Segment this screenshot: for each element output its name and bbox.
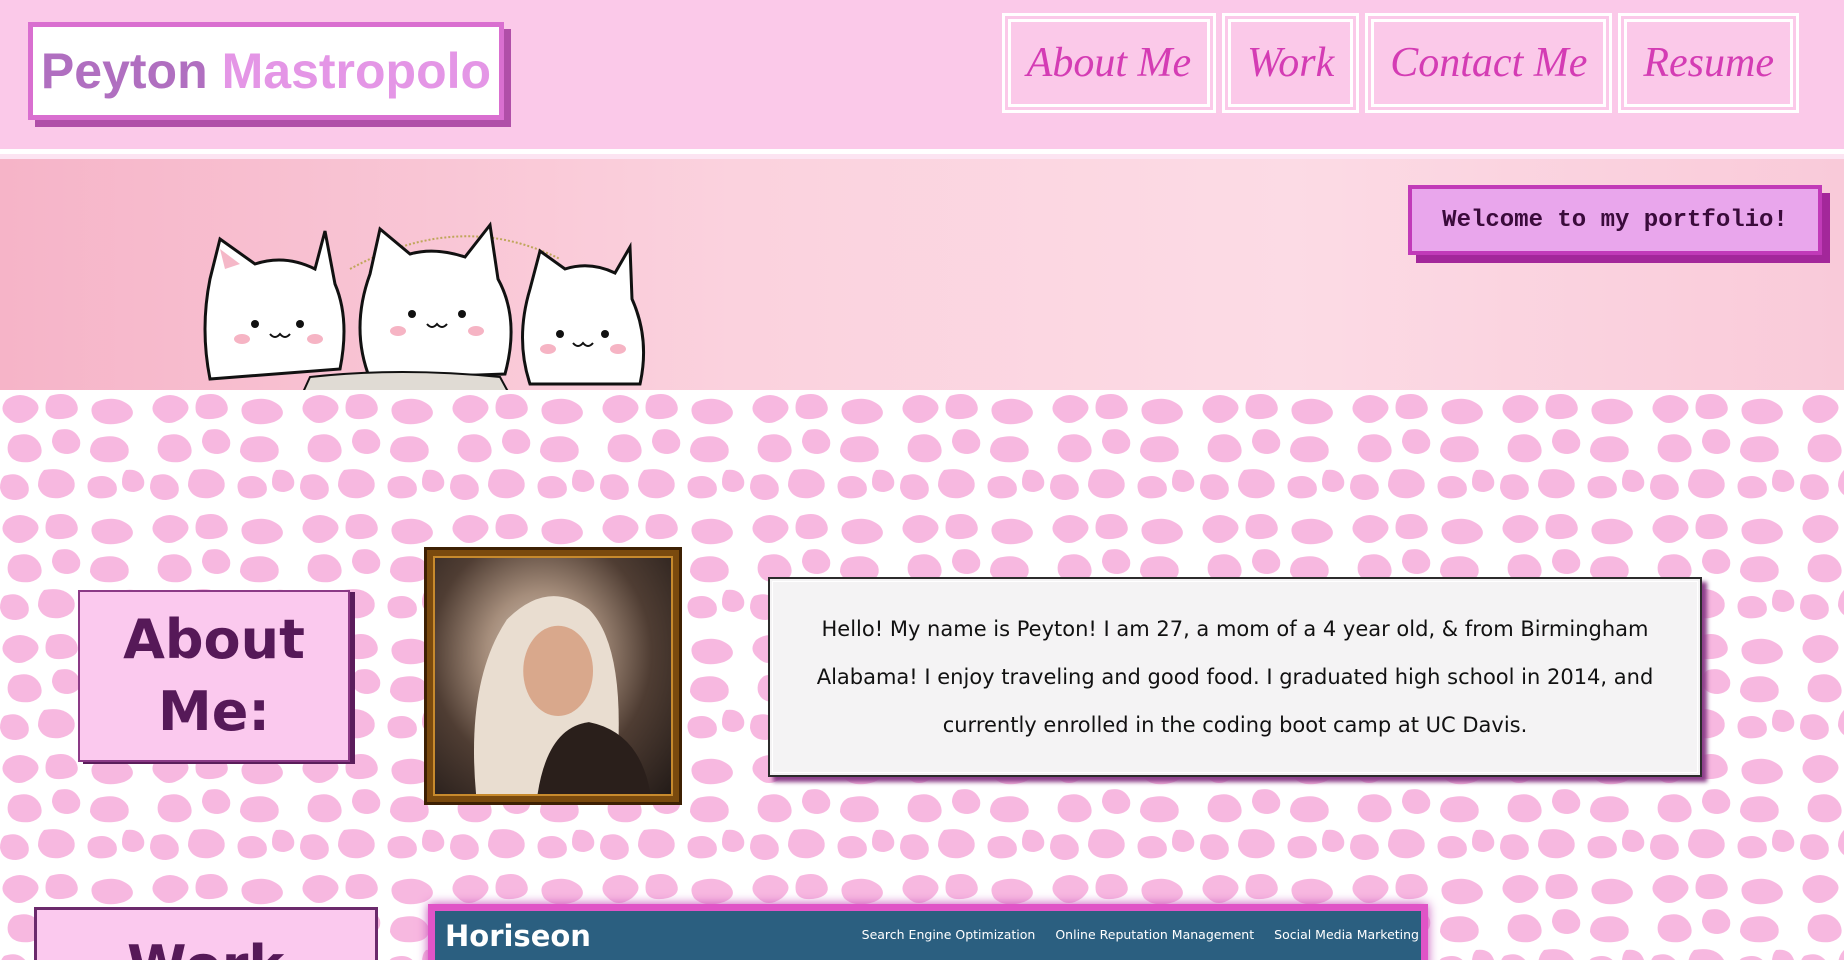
nav-resume[interactable]: Resume [1618, 13, 1799, 113]
logo-last-name: Mastropolo [221, 43, 492, 99]
about-me-heading: About Me: [78, 590, 350, 762]
project-screenshot-header: Horiseon Search Engine Optimization Onli… [435, 911, 1421, 960]
project-brand: Horiseon [445, 919, 591, 953]
profile-photo-frame [424, 547, 682, 805]
nav-about-me[interactable]: About Me [1001, 13, 1217, 113]
three-cats-illustration [203, 221, 646, 390]
project-link-seo: Search Engine Optimization [861, 927, 1036, 942]
about-title-line1: About [123, 608, 305, 671]
about-title-line2: Me: [158, 680, 270, 743]
nav-work[interactable]: Work [1222, 13, 1360, 113]
logo-first-name: Peyton [40, 43, 208, 99]
project-link-orm: Online Reputation Management [1055, 927, 1255, 942]
site-header: Peyton Mastropolo About Me Work Contact … [0, 0, 1844, 154]
hero-banner: Welcome to my portfolio! [0, 159, 1844, 390]
site-logo[interactable]: Peyton Mastropolo [28, 22, 504, 120]
about-bio: Hello! My name is Peyton! I am 27, a mom… [768, 577, 1702, 777]
project-nav-links: Search Engine Optimization Online Reputa… [862, 927, 1419, 942]
project-link-smm: Social Media Marketing [1274, 927, 1419, 942]
bio-text: Hello! My name is Peyton! I am 27, a mom… [816, 617, 1654, 737]
welcome-message: Welcome to my portfolio! [1408, 185, 1822, 255]
work-heading: Work [34, 907, 378, 960]
nav-contact-me[interactable]: Contact Me [1365, 13, 1613, 113]
project-card-horiseon[interactable]: Horiseon Search Engine Optimization Onli… [428, 904, 1428, 960]
main-content: About Me: Hello! My name is Peyton! I am… [0, 390, 1844, 960]
main-nav: About Me Work Contact Me Resume [1001, 13, 1799, 113]
profile-photo [433, 556, 673, 796]
